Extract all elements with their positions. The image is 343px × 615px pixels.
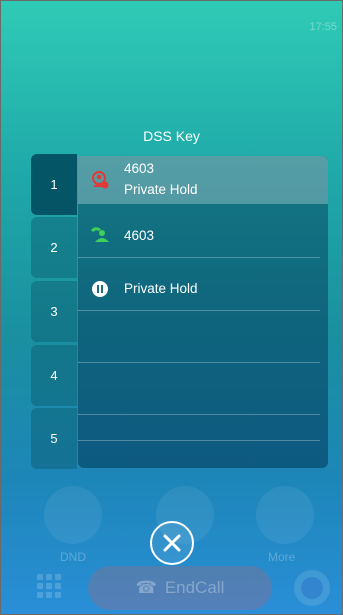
close-icon: [163, 534, 181, 552]
dss-key-item[interactable]: [78, 363, 328, 415]
tab-page-4[interactable]: 4: [31, 345, 77, 406]
dss-key-label: Private Hold: [124, 281, 198, 296]
dss-key-item[interactable]: Private Hold: [78, 258, 328, 311]
status-time: 17:55: [309, 21, 337, 33]
dss-key-item[interactable]: [78, 311, 328, 363]
dss-key-item[interactable]: 4603: [78, 204, 328, 258]
more-softkey-bg: [256, 486, 314, 544]
status-ring-icon: [294, 570, 330, 606]
tab-page-2[interactable]: 2: [31, 217, 77, 278]
more-label: More: [268, 550, 296, 564]
dnd-softkey-bg: [44, 486, 102, 544]
dss-key-number: 4603: [124, 228, 155, 243]
dss-key-item[interactable]: [78, 415, 328, 441]
handset-icon: ☎: [135, 578, 157, 597]
endcall-label: EndCall: [164, 578, 225, 597]
line-active-icon: [91, 227, 109, 242]
dnd-label: DND: [60, 550, 86, 564]
dss-key-list: 4603 Private Hold 4603 Private Hold: [78, 156, 328, 468]
line-hold-icon: [92, 171, 109, 189]
close-button[interactable]: [150, 521, 194, 565]
tab-page-1[interactable]: 1: [31, 154, 77, 215]
tab-label: 1: [50, 177, 58, 192]
tab-page-5[interactable]: 5: [31, 408, 77, 469]
dss-panel: 1 2 3 4 5 4603 Private Hold 4603 Private…: [30, 154, 328, 469]
tab-label: 3: [50, 304, 58, 319]
tab-label: 4: [50, 368, 58, 383]
private-hold-icon: [92, 281, 108, 297]
dss-key-number: 4603: [124, 161, 155, 176]
tab-label: 5: [50, 431, 58, 446]
tab-page-3[interactable]: 3: [31, 281, 77, 342]
dss-key-item[interactable]: 4603 Private Hold: [78, 156, 328, 204]
row-divider: [78, 440, 320, 441]
keypad-icon: [37, 574, 61, 598]
dss-title: DSS Key: [143, 128, 200, 144]
dss-page-tabs: 1 2 3 4 5: [30, 154, 78, 469]
dss-key-status: Private Hold: [124, 182, 198, 197]
tab-label: 2: [50, 240, 58, 255]
endcall-button: ☎ EndCall: [88, 566, 272, 610]
